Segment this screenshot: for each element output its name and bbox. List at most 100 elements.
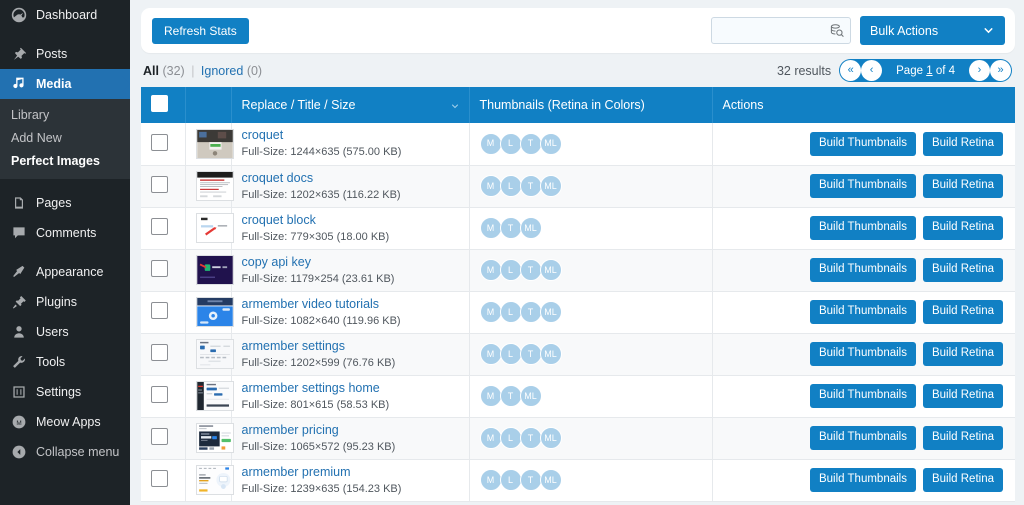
size-badge[interactable]: M <box>479 259 502 281</box>
filter-all-label[interactable]: All <box>143 64 159 78</box>
media-thumbnail[interactable] <box>195 381 234 411</box>
bulk-actions-dropdown[interactable]: Bulk Actions <box>860 16 1005 45</box>
build-thumbnails-button[interactable]: Build Thumbnails <box>809 426 916 450</box>
build-retina-button[interactable]: Build Retina <box>922 468 1003 492</box>
build-retina-button[interactable]: Build Retina <box>922 384 1003 408</box>
row-checkbox[interactable] <box>151 218 168 235</box>
size-badge[interactable]: T <box>519 427 542 449</box>
media-thumbnail[interactable] <box>195 255 234 285</box>
sidebar-item-appearance[interactable]: Appearance <box>0 257 130 287</box>
size-badge[interactable]: M <box>479 301 502 323</box>
size-badge[interactable]: M <box>479 132 502 155</box>
build-thumbnails-button[interactable]: Build Thumbnails <box>809 384 916 408</box>
column-title[interactable]: Replace / Title / Size <box>231 87 470 123</box>
size-badge[interactable]: ML <box>539 427 562 449</box>
sidebar-item-plugins[interactable]: Plugins <box>0 287 130 317</box>
submenu-item-perfect-images[interactable]: Perfect Images <box>0 150 130 173</box>
row-checkbox[interactable] <box>151 344 168 361</box>
media-thumbnail[interactable] <box>195 128 234 159</box>
size-badge[interactable]: ML <box>539 469 562 491</box>
media-title-link[interactable]: croquet block <box>242 213 459 228</box>
build-retina-button[interactable]: Build Retina <box>922 426 1003 450</box>
size-badge[interactable]: T <box>519 259 542 281</box>
build-thumbnails-button[interactable]: Build Thumbnails <box>809 468 916 492</box>
media-title-link[interactable]: armember settings home <box>242 381 459 396</box>
size-badge[interactable]: ML <box>539 259 562 281</box>
media-thumbnail[interactable] <box>195 423 234 453</box>
sidebar-item-users[interactable]: Users <box>0 317 130 347</box>
refresh-stats-button[interactable]: Refresh Stats <box>152 17 249 44</box>
size-badge[interactable]: M <box>479 427 502 449</box>
size-badge[interactable]: M <box>479 469 502 491</box>
media-title-link[interactable]: armember premium <box>242 465 459 480</box>
row-checkbox[interactable] <box>151 302 168 319</box>
row-checkbox[interactable] <box>151 470 168 487</box>
media-title-link[interactable]: croquet <box>242 128 459 143</box>
row-checkbox[interactable] <box>151 260 168 277</box>
build-thumbnails-button[interactable]: Build Thumbnails <box>809 174 916 198</box>
size-badge[interactable]: M <box>479 175 502 197</box>
size-badge[interactable]: T <box>519 132 542 155</box>
size-badge[interactable]: T <box>519 469 542 491</box>
sidebar-item-tools[interactable]: Tools <box>0 347 130 377</box>
size-badge[interactable]: L <box>499 301 522 323</box>
size-badge[interactable]: M <box>479 343 502 365</box>
select-all-checkbox[interactable] <box>151 95 168 112</box>
media-thumbnail[interactable] <box>195 339 234 369</box>
build-thumbnails-button[interactable]: Build Thumbnails <box>809 216 916 240</box>
sidebar-collapse-menu[interactable]: Collapse menu <box>0 437 130 467</box>
size-badge[interactable]: T <box>499 217 522 239</box>
sidebar-item-settings[interactable]: Settings <box>0 377 130 407</box>
size-badge[interactable]: ML <box>519 385 542 407</box>
media-thumbnail[interactable] <box>195 213 234 243</box>
submenu-item-add-new[interactable]: Add New <box>0 127 130 150</box>
submenu-item-library[interactable]: Library <box>0 104 130 127</box>
previous-page-button[interactable]: ‹ <box>861 60 883 81</box>
size-badge[interactable]: T <box>499 385 522 407</box>
next-page-button[interactable]: › <box>969 60 990 81</box>
size-badge[interactable]: L <box>499 259 522 281</box>
row-checkbox[interactable] <box>151 176 168 193</box>
media-title-link[interactable]: copy api key <box>242 255 459 270</box>
sidebar-item-meow-apps[interactable]: M Meow Apps <box>0 407 130 437</box>
build-retina-button[interactable]: Build Retina <box>922 132 1003 156</box>
size-badge[interactable]: T <box>519 301 542 323</box>
sidebar-item-media[interactable]: Media <box>0 69 130 99</box>
size-badge[interactable]: ML <box>539 343 562 365</box>
size-badge[interactable]: M <box>479 385 502 407</box>
build-thumbnails-button[interactable]: Build Thumbnails <box>809 258 916 282</box>
media-thumbnail[interactable] <box>195 171 234 201</box>
media-thumbnail[interactable] <box>195 465 234 495</box>
size-badge[interactable]: L <box>499 469 522 491</box>
size-badge[interactable]: ML <box>539 132 562 155</box>
size-badge[interactable]: T <box>519 175 542 197</box>
row-checkbox[interactable] <box>151 133 168 151</box>
build-retina-button[interactable]: Build Retina <box>922 174 1003 198</box>
last-page-button[interactable]: » <box>990 60 1011 81</box>
build-retina-button[interactable]: Build Retina <box>922 258 1003 282</box>
media-title-link[interactable]: croquet docs <box>242 171 459 186</box>
sidebar-item-pages[interactable]: Pages <box>0 188 130 218</box>
size-badge[interactable]: ML <box>519 217 542 239</box>
media-title-link[interactable]: armember pricing <box>242 423 459 438</box>
size-badge[interactable]: L <box>499 175 522 197</box>
size-badge[interactable]: ML <box>539 301 562 323</box>
media-title-link[interactable]: armember video tutorials <box>242 297 459 312</box>
filter-ignored-label[interactable]: Ignored <box>201 64 243 78</box>
size-badge[interactable]: L <box>499 427 522 449</box>
build-thumbnails-button[interactable]: Build Thumbnails <box>809 342 916 366</box>
media-title-link[interactable]: armember settings <box>242 339 459 354</box>
sidebar-item-posts[interactable]: Posts <box>0 39 130 69</box>
build-retina-button[interactable]: Build Retina <box>922 300 1003 324</box>
build-thumbnails-button[interactable]: Build Thumbnails <box>809 132 916 156</box>
size-badge[interactable]: L <box>499 132 522 155</box>
size-badge[interactable]: L <box>499 343 522 365</box>
row-checkbox[interactable] <box>151 386 168 403</box>
size-badge[interactable]: ML <box>539 175 562 197</box>
size-badge[interactable]: M <box>479 217 502 239</box>
sidebar-item-dashboard[interactable]: Dashboard <box>0 0 130 30</box>
first-page-button[interactable]: « <box>840 60 862 81</box>
media-thumbnail[interactable] <box>195 297 234 327</box>
build-retina-button[interactable]: Build Retina <box>922 216 1003 240</box>
size-badge[interactable]: T <box>519 343 542 365</box>
